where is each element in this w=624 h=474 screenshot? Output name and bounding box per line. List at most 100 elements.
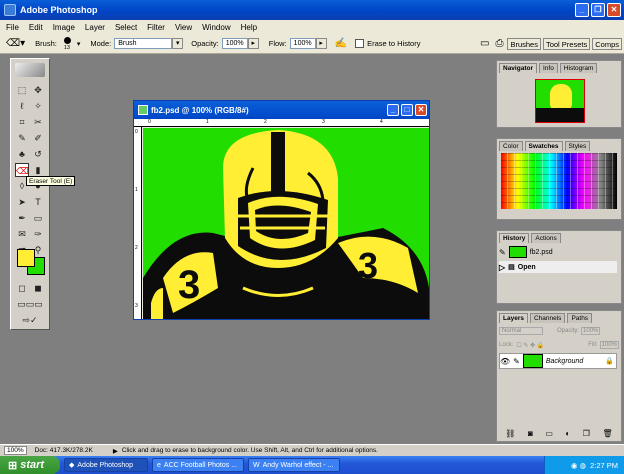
flow-label: Flow: xyxy=(268,39,287,48)
palette-well-icon[interactable]: ▭ xyxy=(480,38,489,49)
document-title-bar[interactable]: fb2.psd @ 100% (RGB/8#) _ □ ✕ xyxy=(134,101,429,119)
blend-mode-select[interactable]: Normal xyxy=(499,327,543,335)
tray-icons[interactable]: ◉ ◍ xyxy=(571,461,586,470)
minimize-button[interactable]: _ xyxy=(575,3,589,17)
doc-minimize-button[interactable]: _ xyxy=(387,104,399,116)
gradient-tool-icon[interactable]: ▮ xyxy=(31,163,45,177)
close-button[interactable]: ✕ xyxy=(607,3,621,17)
tab-actions[interactable]: Actions xyxy=(531,233,561,243)
erase-history-checkbox[interactable] xyxy=(355,39,365,48)
lock-icons[interactable]: ☐ ✎ ✥ 🔒 xyxy=(516,342,544,349)
triangle-right-icon[interactable]: ▶ xyxy=(113,447,118,455)
jump-to-imageready-icon[interactable]: ⇨✓ xyxy=(15,313,45,327)
eye-icon[interactable]: 👁 xyxy=(500,357,510,366)
tab-swatches[interactable]: Swatches xyxy=(524,141,563,151)
menu-filter[interactable]: Filter xyxy=(147,23,165,32)
tab-color[interactable]: Color xyxy=(499,141,523,151)
eraser-tool-preset-icon[interactable]: ⌫▾ xyxy=(6,38,25,49)
tab-history[interactable]: History xyxy=(499,233,530,243)
doc-close-button[interactable]: ✕ xyxy=(415,104,427,116)
airbrush-icon[interactable]: ✍ xyxy=(335,38,347,49)
start-button[interactable]: ⊞ start xyxy=(0,456,60,474)
layer-name: Background xyxy=(545,357,584,365)
opacity-input[interactable]: 100% xyxy=(221,38,248,49)
menu-file[interactable]: File xyxy=(6,23,19,32)
doc-maximize-button[interactable]: □ xyxy=(401,104,413,116)
opacity-slider-icon[interactable]: ▸ xyxy=(247,38,259,49)
menu-image[interactable]: Image xyxy=(53,23,75,32)
foreground-color-swatch[interactable] xyxy=(17,249,35,267)
tool-presets-tab[interactable]: Tool Presets xyxy=(542,37,591,50)
task-word-warhol[interactable]: W Andy Warhol effect - ... xyxy=(248,458,340,472)
pen-tool-icon[interactable]: ✒ xyxy=(15,211,29,225)
magic-wand-tool-icon[interactable]: ✧ xyxy=(31,99,45,113)
brush-picker[interactable]: 13 xyxy=(61,36,77,52)
swatch-grid[interactable] xyxy=(501,153,617,209)
add-mask-icon[interactable]: ◙ xyxy=(528,429,533,441)
adjustment-layer-icon[interactable]: ◐ xyxy=(565,429,570,441)
screen-mode-icon[interactable]: ▭▭▭ xyxy=(15,297,45,311)
shape-tool-icon[interactable]: ▭ xyxy=(31,211,45,225)
tab-styles[interactable]: Styles xyxy=(564,141,591,151)
tab-layers[interactable]: Layers xyxy=(499,313,528,323)
canvas[interactable]: 3 3 xyxy=(143,128,429,319)
photoshop-feather-icon[interactable] xyxy=(15,63,45,77)
menu-help[interactable]: Help xyxy=(241,23,257,32)
task-photoshop[interactable]: ◆ Adobe Photoshop xyxy=(64,458,148,472)
task-label: ACC Football Photos ... xyxy=(163,461,238,469)
trash-icon[interactable]: 🗑 xyxy=(603,429,613,441)
flow-input[interactable]: 100% xyxy=(289,38,316,49)
zoom-field[interactable]: 100% xyxy=(4,446,27,455)
history-brush-tool-icon[interactable]: ↺ xyxy=(31,147,45,161)
layer-opacity-input[interactable]: 100% xyxy=(581,327,601,335)
snapshot-name: fb2.psd xyxy=(529,248,553,256)
tab-paths[interactable]: Paths xyxy=(567,313,593,323)
slice-tool-icon[interactable]: ✂ xyxy=(31,115,45,129)
navigator-thumbnail[interactable] xyxy=(535,79,585,123)
brush-size: 13 xyxy=(63,44,70,51)
menu-layer[interactable]: Layer xyxy=(85,23,105,32)
mode-dropdown-icon[interactable]: ▾ xyxy=(172,38,184,49)
new-layer-icon[interactable]: ❐ xyxy=(583,429,590,441)
type-tool-icon[interactable]: T xyxy=(31,195,45,209)
file-browser-icon[interactable]: ⎙ xyxy=(495,38,503,49)
quick-mask-mode-icon[interactable]: ◼ xyxy=(31,281,45,295)
crop-tool-icon[interactable]: ⌗ xyxy=(15,115,29,129)
comps-tab[interactable]: Comps xyxy=(592,37,622,50)
healing-brush-tool-icon[interactable]: ✎ xyxy=(15,131,29,145)
system-tray: ◉ ◍ 2:27 PM xyxy=(544,456,624,474)
history-state-open[interactable]: ▷ ▤ Open xyxy=(499,261,617,273)
restore-button[interactable]: ❐ xyxy=(591,3,605,17)
flow-slider-icon[interactable]: ▸ xyxy=(315,38,327,49)
brushes-tab[interactable]: Brushes xyxy=(507,37,541,50)
new-group-icon[interactable]: ▭ xyxy=(545,429,553,441)
chevron-down-icon[interactable]: ▾ xyxy=(77,40,81,48)
standard-mode-icon[interactable]: ◻ xyxy=(15,281,29,295)
menu-window[interactable]: Window xyxy=(202,23,230,32)
menu-view[interactable]: View xyxy=(175,23,192,32)
eyedropper-tool-icon[interactable]: ✑ xyxy=(31,227,45,241)
path-selection-tool-icon[interactable]: ➤ xyxy=(15,195,29,209)
vruler-mark: 0 xyxy=(135,129,138,135)
notes-tool-icon[interactable]: ✉ xyxy=(15,227,29,241)
tab-histogram[interactable]: Histogram xyxy=(559,63,598,73)
tab-channels[interactable]: Channels xyxy=(529,313,566,323)
lasso-tool-icon[interactable]: ℓ xyxy=(15,99,29,113)
link-layers-icon[interactable]: ⛓ xyxy=(505,429,515,441)
layer-row-background[interactable]: 👁 ✎ Background 🔒 xyxy=(499,353,617,369)
snapshot-thumbnail xyxy=(508,246,527,258)
move-tool-icon[interactable]: ✥ xyxy=(31,83,45,97)
menu-edit[interactable]: Edit xyxy=(29,23,43,32)
state-marker-icon: ▷ xyxy=(499,262,506,272)
tab-info[interactable]: Info xyxy=(538,63,558,73)
mode-select[interactable]: Brush xyxy=(114,38,173,49)
eraser-tool-icon[interactable]: ⌫ xyxy=(15,163,29,177)
layer-fill-input[interactable]: 100% xyxy=(599,341,619,349)
tab-navigator[interactable]: Navigator xyxy=(499,63,537,73)
history-snapshot[interactable]: ✎ fb2.psd xyxy=(499,245,617,259)
clone-stamp-tool-icon[interactable]: ♣ xyxy=(15,147,29,161)
marquee-tool-icon[interactable]: ⬚ xyxy=(15,83,29,97)
menu-select[interactable]: Select xyxy=(115,23,137,32)
task-ie-football[interactable]: e ACC Football Photos ... xyxy=(152,458,244,472)
brush-tool-icon[interactable]: ✐ xyxy=(31,131,45,145)
